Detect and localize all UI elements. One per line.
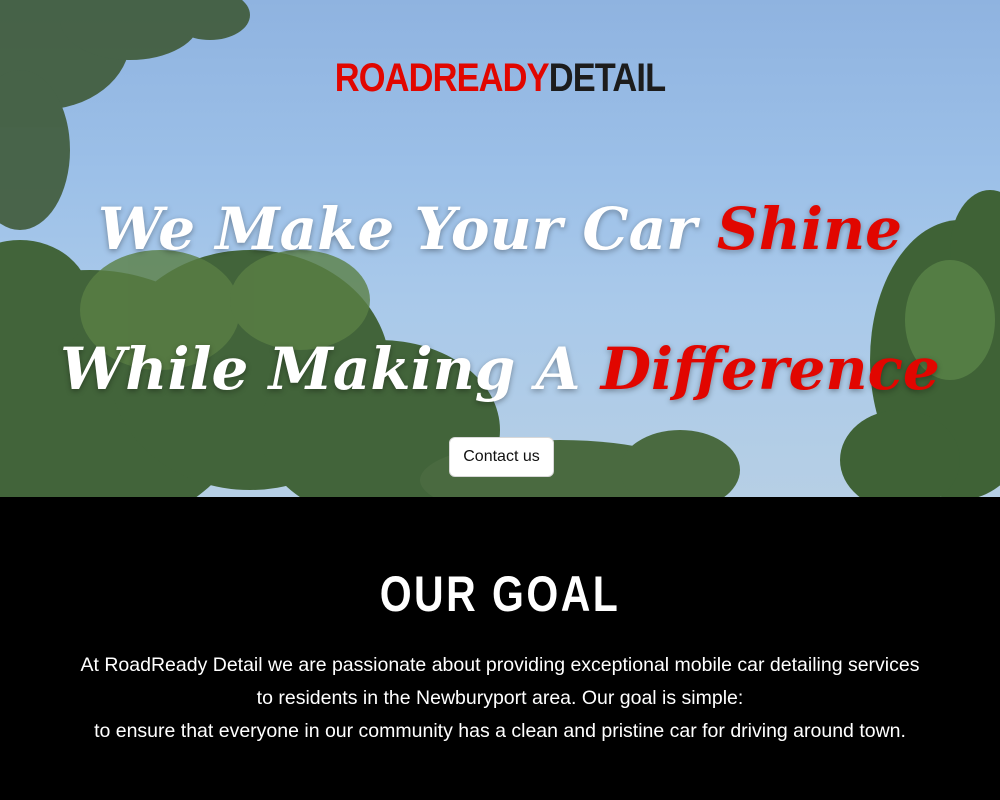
our-goal-section: OUR GOAL At RoadReady Detail we are pass…: [0, 497, 1000, 800]
headline-line2-text: While Making A: [60, 335, 601, 403]
headline-accent-difference: Difference: [600, 335, 940, 403]
hero-headline-line2: While Making A Difference: [0, 340, 1000, 398]
goal-line: to residents in the Newburyport area. Ou…: [256, 687, 744, 709]
goal-line: At RoadReady Detail we are passionate ab…: [80, 654, 920, 676]
brand-logo[interactable]: ROADREADYDETAIL: [70, 58, 930, 98]
hero-headline-line1: We Make Your Car Shine: [0, 200, 1000, 258]
goal-line: to ensure that everyone in our community…: [94, 720, 906, 742]
contact-us-button[interactable]: Contact us: [449, 437, 554, 477]
logo-part-detail: DETAIL: [548, 56, 666, 100]
headline-line1-text: We Make Your Car: [97, 195, 717, 263]
goal-description: At RoadReady Detail we are passionate ab…: [30, 649, 970, 748]
headline-accent-shine: Shine: [716, 195, 903, 263]
goal-heading: OUR GOAL: [379, 566, 621, 622]
logo-part-roadready: ROADREADY: [334, 56, 550, 100]
hero-section: ROADREADYDETAIL We Make Your Car Shine W…: [0, 0, 1000, 497]
